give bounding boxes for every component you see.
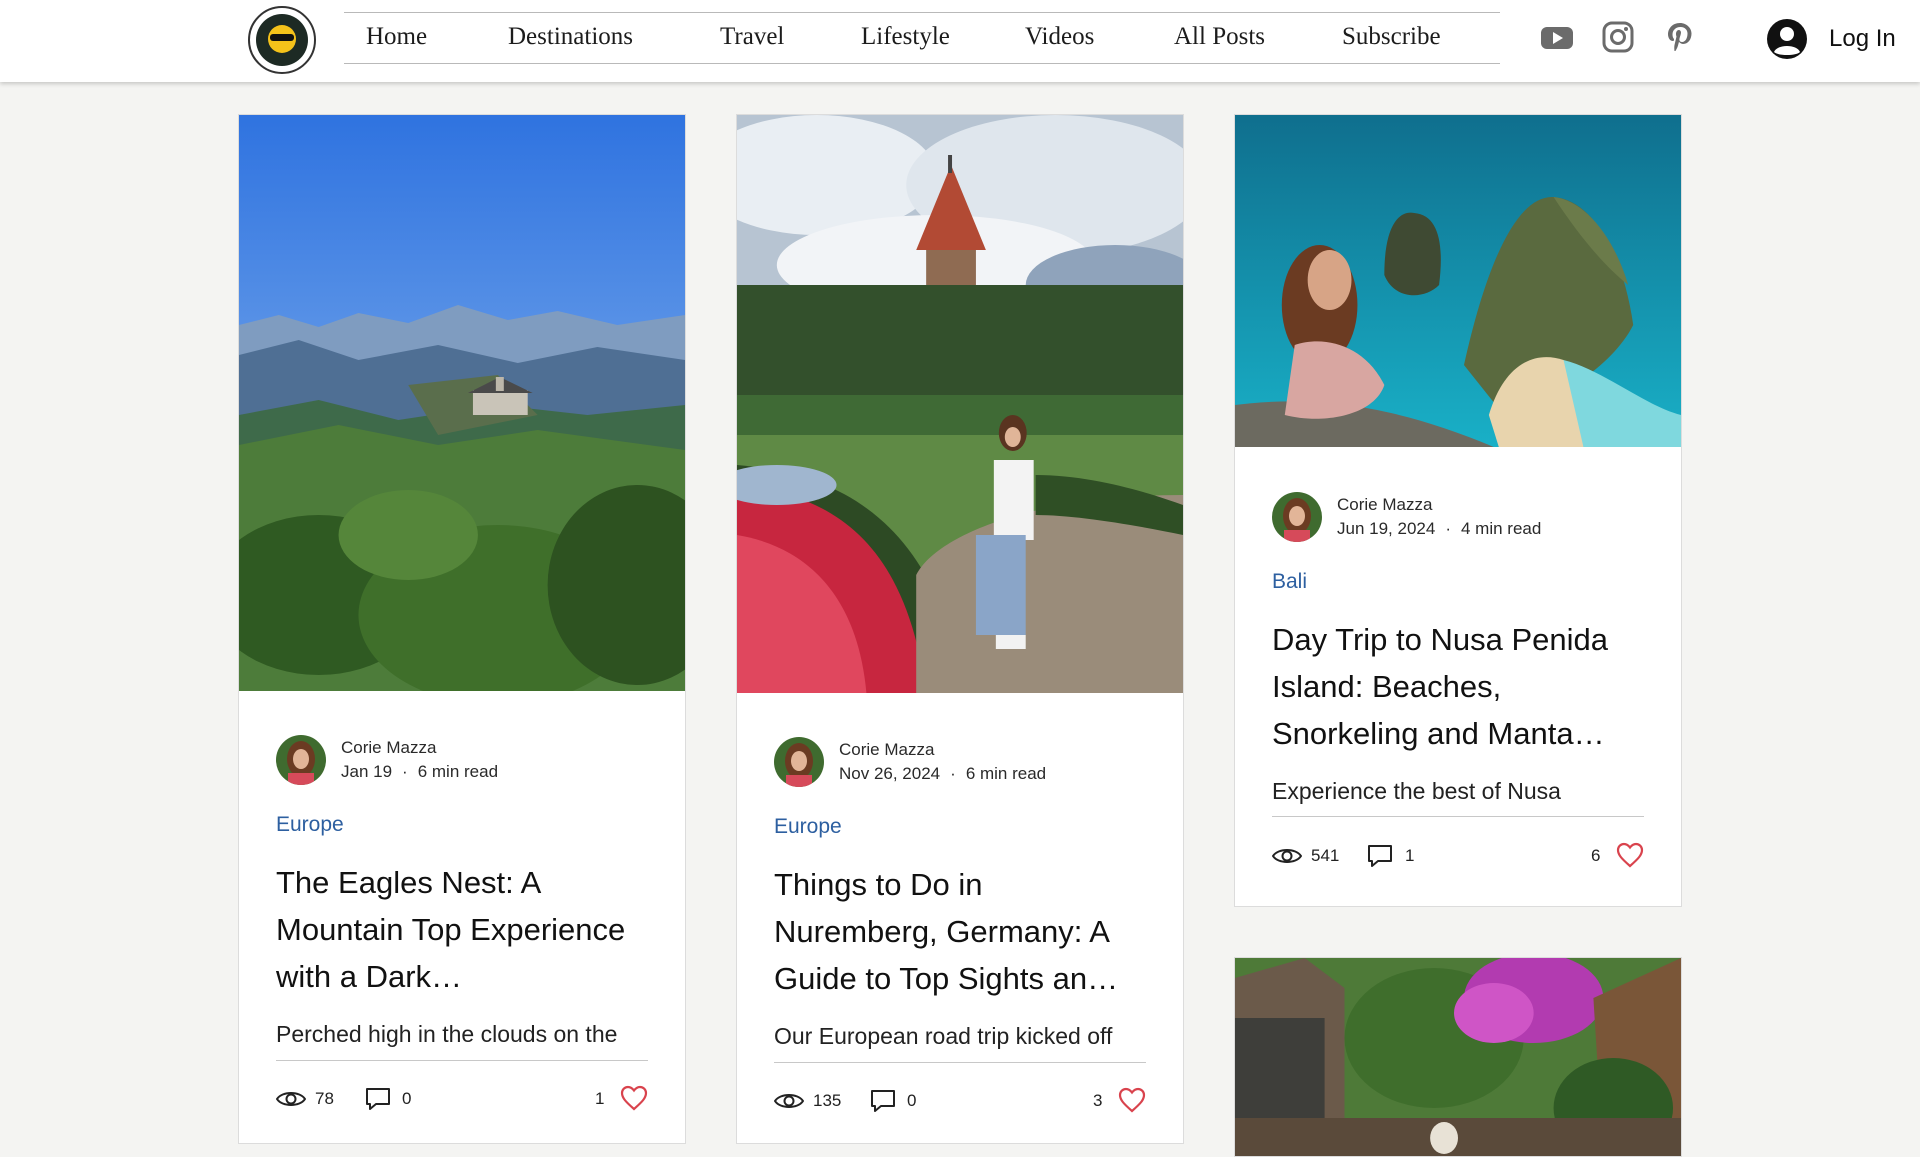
nav-travel[interactable]: Travel [720,23,784,51]
comment-icon[interactable] [870,1089,896,1113]
post-image[interactable] [737,115,1183,693]
card-divider [774,1062,1146,1063]
eye-icon [1272,849,1302,863]
nav-subscribe[interactable]: Subscribe [1342,23,1441,51]
author-name[interactable]: Corie Mazza [341,738,436,758]
post-image[interactable] [1235,958,1681,1157]
post-date: Jun 19, 2024 [1337,519,1436,538]
heart-icon[interactable] [620,1085,648,1111]
view-count: 135 [813,1091,842,1110]
nav-all-posts[interactable]: All Posts [1174,23,1265,51]
post-title[interactable]: The Eagles Nest: A Mountain Top Experien… [276,859,656,1000]
heart-icon[interactable] [1616,842,1644,868]
read-time: 6 min read [965,764,1047,783]
author-avatar[interactable] [276,735,326,785]
comment-count: 0 [402,1089,412,1108]
card-divider [276,1060,648,1061]
meta-separator: · [950,764,956,783]
eye-icon [774,1094,804,1108]
like-count: 3 [1093,1091,1103,1110]
view-count: 78 [315,1089,334,1108]
instagram-icon[interactable] [1601,20,1635,54]
post-stats: 541 1 6 [1272,842,1644,870]
site-logo[interactable] [248,6,316,74]
author-avatar[interactable] [1272,492,1322,542]
post-excerpt: Our European road trip kicked off [774,1023,1113,1049]
eye-icon [276,1092,306,1106]
post-title[interactable]: Things to Do in Nuremberg, Germany: A Gu… [774,861,1154,1002]
post-meta: Jan 19 · 6 min read [341,762,498,782]
logo-sunglasses-icon [270,34,294,41]
post-date: Jan 19 [341,762,393,781]
like-count: 6 [1591,846,1601,865]
pinterest-icon[interactable] [1663,20,1697,54]
post-stats: 78 0 1 [276,1085,648,1113]
heart-icon[interactable] [1118,1087,1146,1113]
user-avatar-icon [1767,19,1807,59]
read-time: 6 min read [417,762,499,781]
nav-destinations[interactable]: Destinations [508,23,633,51]
comment-count: 1 [1405,846,1415,865]
post-image[interactable] [239,115,685,691]
post-card[interactable]: Corie Mazza Jan 19 · 6 min read Europe The… [238,114,686,1144]
card-divider [1272,816,1644,817]
post-image[interactable] [1235,115,1681,447]
post-excerpt: Experience the best of Nusa [1272,778,1561,804]
comment-count: 0 [907,1091,917,1110]
post-excerpt: Perched high in the clouds on the [276,1021,618,1047]
author-name[interactable]: Corie Mazza [839,740,934,760]
site-header: Home Destinations Travel Lifestyle Video… [0,0,1920,82]
author-avatar[interactable] [774,737,824,787]
read-time: 4 min read [1460,519,1542,538]
like-count: 1 [595,1089,605,1108]
post-date: Nov 26, 2024 [839,764,941,783]
comment-icon[interactable] [1367,844,1393,868]
author-name[interactable]: Corie Mazza [1337,495,1432,515]
login-label: Log In [1829,25,1896,52]
post-meta: Nov 26, 2024 · 6 min read [839,764,1046,784]
meta-separator: · [402,762,408,781]
post-title[interactable]: Day Trip to Nusa Penida Island: Beaches,… [1272,616,1652,757]
comment-icon[interactable] [365,1087,391,1111]
post-meta: Jun 19, 2024 · 4 min read [1337,519,1541,539]
post-category[interactable]: Bali [1272,570,1307,594]
view-count: 541 [1311,846,1340,865]
meta-separator: · [1445,519,1451,538]
post-card[interactable]: Corie Mazza Nov 26, 2024 · 6 min read Euro… [736,114,1184,1144]
post-card[interactable]: Corie Mazza Jun 19, 2024 · 4 min read Bali… [1234,114,1682,907]
youtube-icon[interactable] [1540,20,1574,54]
post-category[interactable]: Europe [774,815,842,839]
post-category[interactable]: Europe [276,813,344,837]
nav-videos[interactable]: Videos [1025,23,1094,51]
main-nav: Home Destinations Travel Lifestyle Video… [344,12,1500,64]
nav-lifestyle[interactable]: Lifestyle [861,23,950,51]
post-card[interactable] [1234,957,1682,1157]
post-stats: 135 0 3 [774,1087,1146,1115]
nav-home[interactable]: Home [366,23,427,51]
